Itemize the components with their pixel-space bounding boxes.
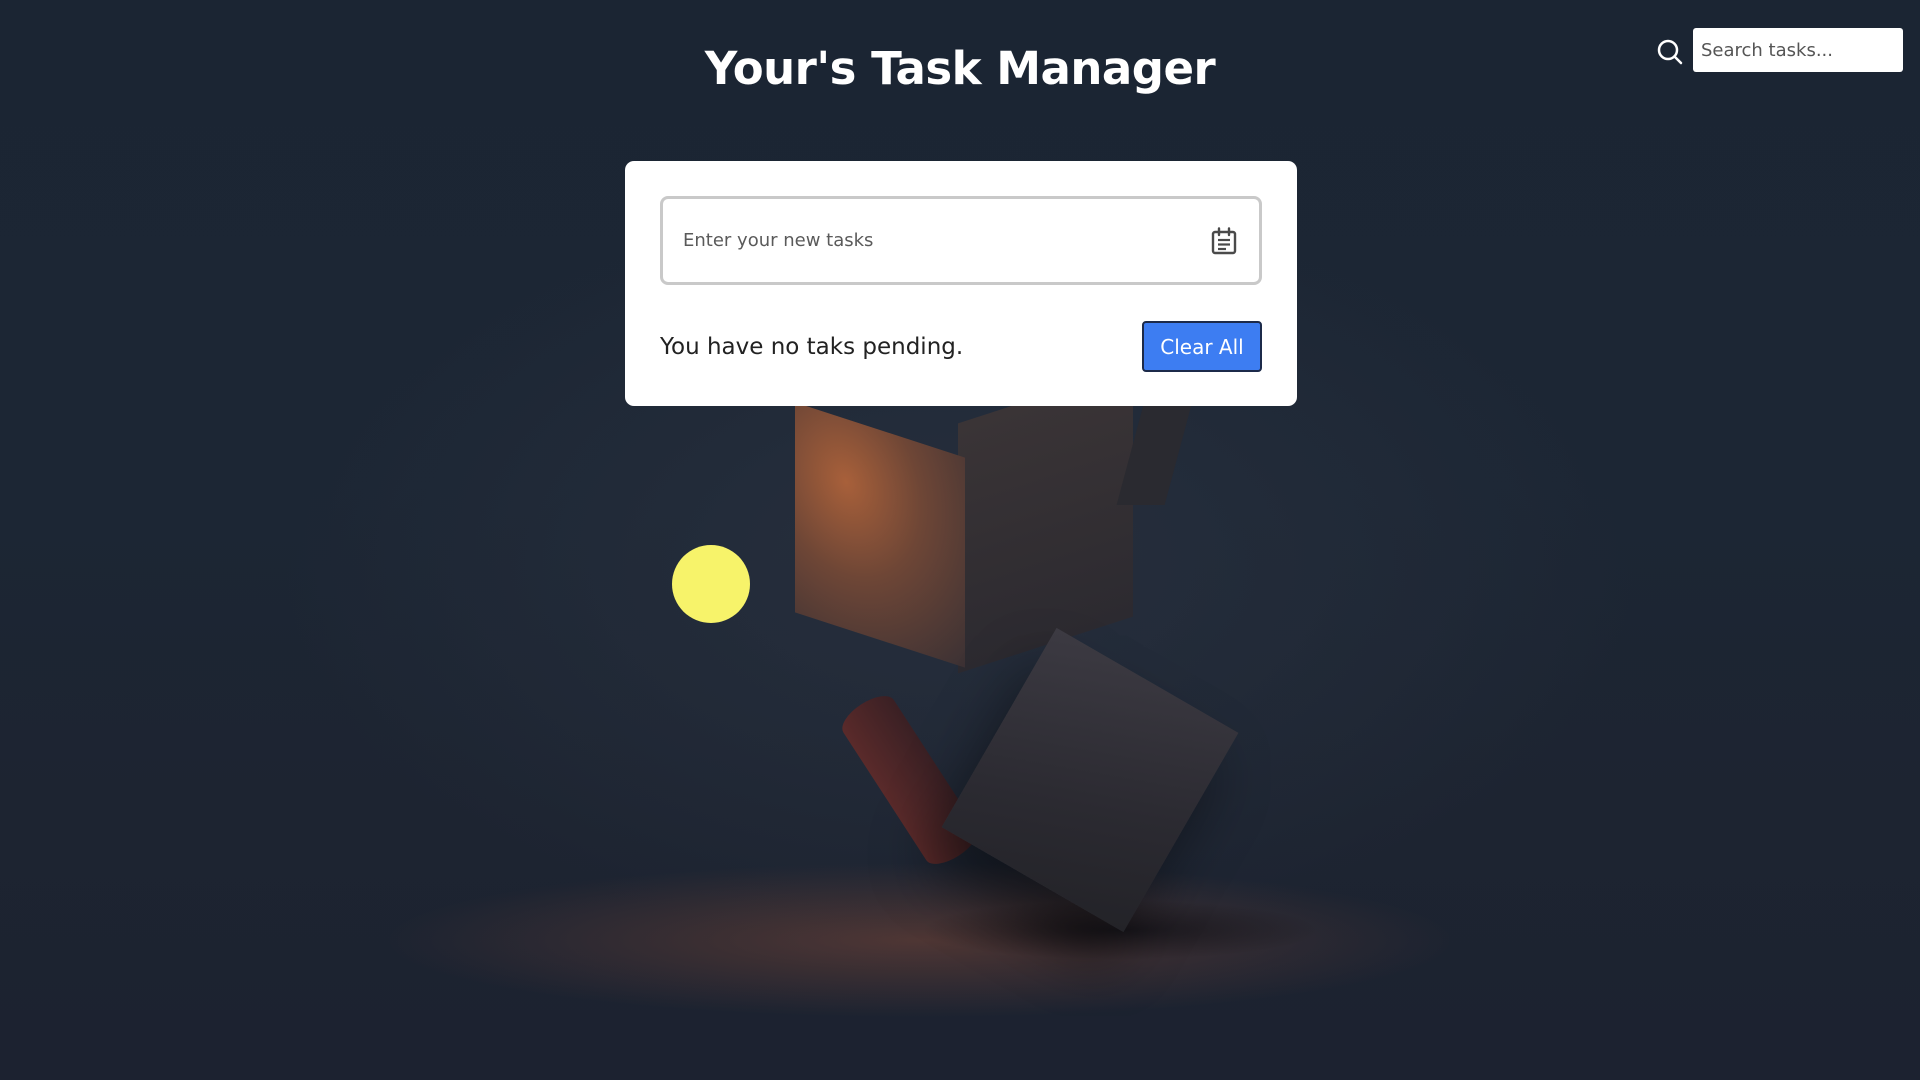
search-icon[interactable] bbox=[1656, 38, 1684, 66]
pending-status-text: You have no taks pending. bbox=[660, 333, 964, 360]
new-task-input[interactable] bbox=[663, 199, 1209, 282]
search-input[interactable] bbox=[1693, 28, 1903, 72]
upper-cube-front bbox=[795, 402, 965, 668]
cylinder-shape bbox=[835, 688, 985, 872]
lower-cube bbox=[941, 627, 1239, 933]
page-title: Your's Task Manager bbox=[704, 42, 1216, 95]
calendar-icon[interactable] bbox=[1209, 226, 1239, 256]
task-card: You have no taks pending. Clear All bbox=[625, 161, 1297, 406]
upper-cube-side bbox=[958, 366, 1133, 674]
yellow-circle bbox=[672, 545, 750, 623]
clear-all-button[interactable]: Clear All bbox=[1142, 321, 1262, 372]
task-input-field bbox=[660, 196, 1262, 285]
card-footer: You have no taks pending. Clear All bbox=[660, 321, 1262, 372]
